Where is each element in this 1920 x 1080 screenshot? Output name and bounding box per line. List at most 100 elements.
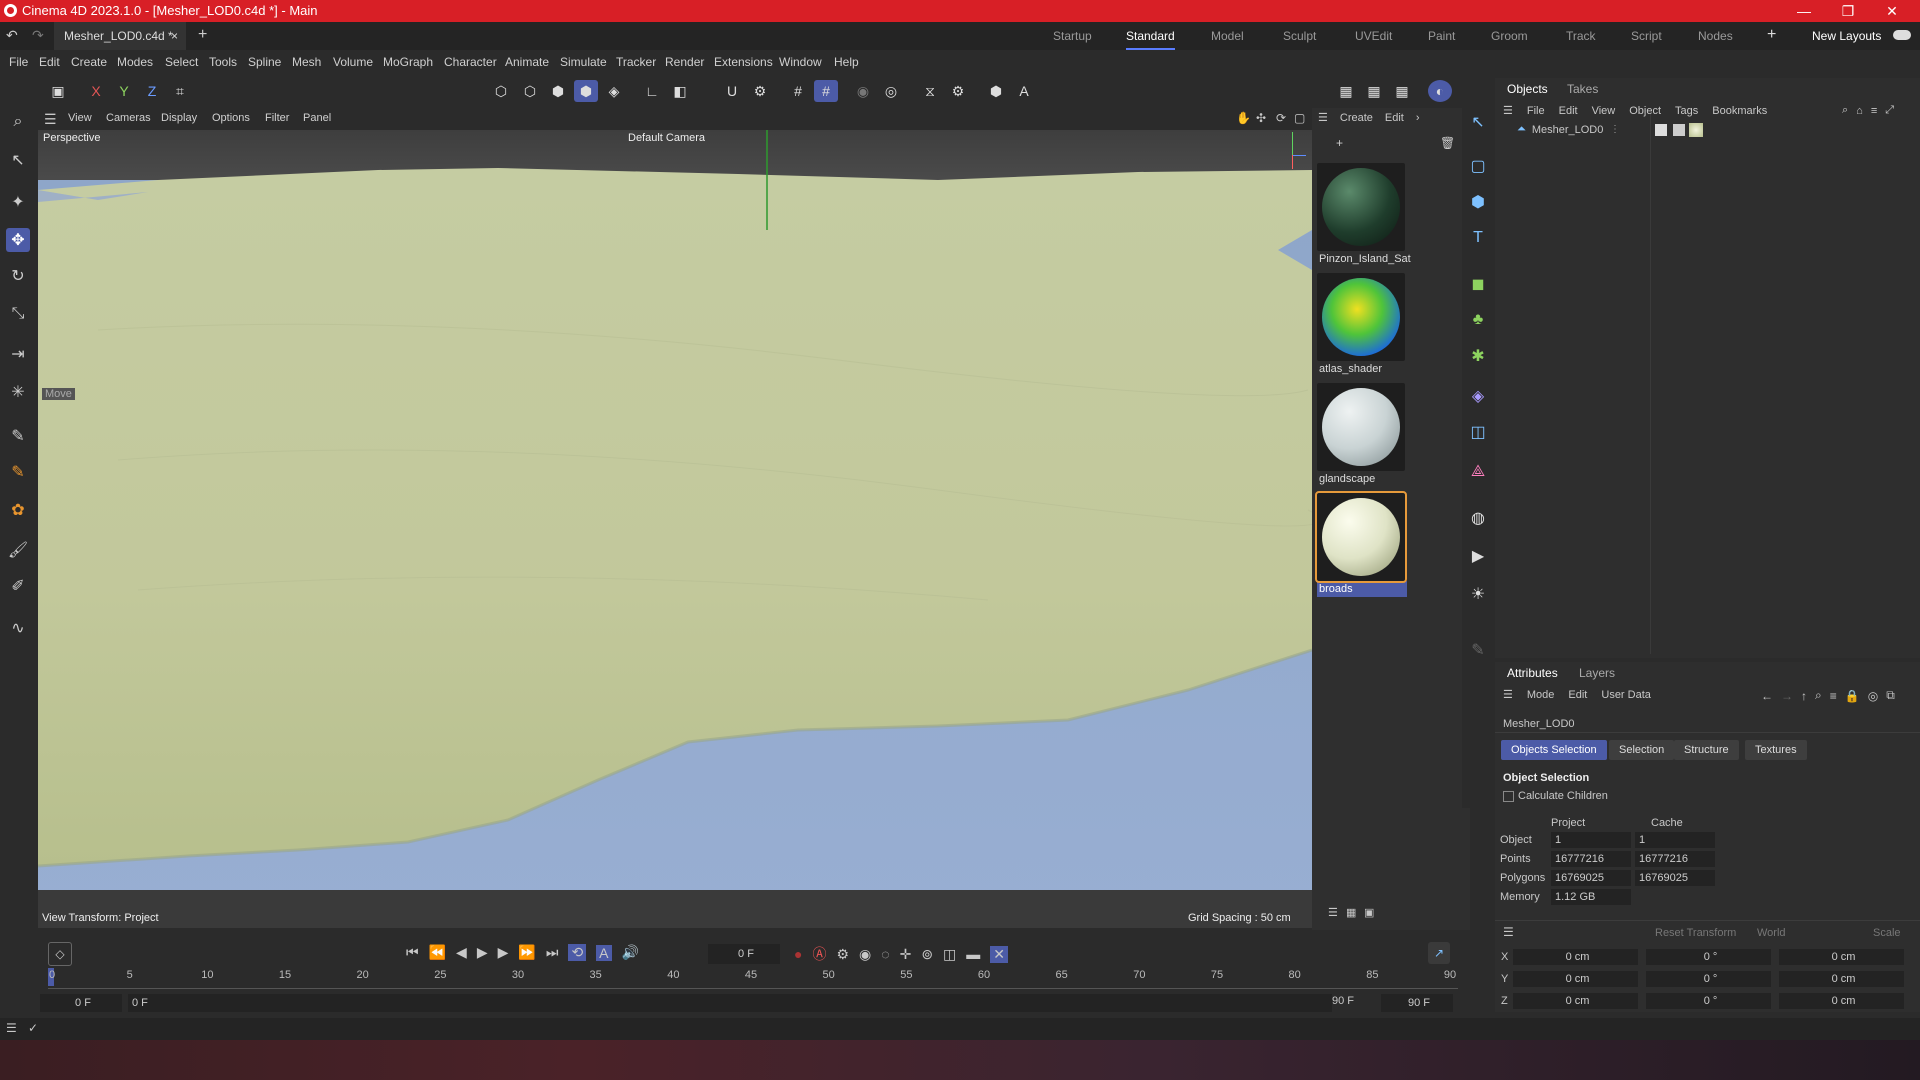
filter-icon[interactable]: ≡ — [1830, 689, 1837, 703]
calculate-children-checkbox[interactable] — [1503, 790, 1514, 802]
position-x-field[interactable]: 0 cm — [1513, 949, 1638, 965]
timeline-graph-icon[interactable]: ↗ — [1428, 942, 1450, 964]
attr-menu-edit[interactable]: Edit — [1568, 689, 1587, 701]
effector-icon[interactable]: ✱ — [1466, 344, 1490, 368]
go-to-start-icon[interactable]: ⏮ — [406, 944, 419, 961]
material-item[interactable]: glandscape — [1317, 383, 1407, 487]
spline-pen-icon[interactable]: ✎ — [6, 424, 30, 448]
snap-magnet-icon[interactable]: U — [720, 80, 744, 102]
environment-icon[interactable]: ◍ — [1466, 506, 1490, 530]
uvw-tag-icon[interactable] — [1673, 124, 1685, 136]
light-icon[interactable]: ☀ — [1466, 582, 1490, 606]
redshift-icon[interactable]: ◐ — [1428, 80, 1452, 102]
key-param-icon[interactable]: ⊚ — [921, 946, 933, 963]
layout-tab-sculpt[interactable]: Sculpt — [1283, 22, 1316, 50]
menu-tracker[interactable]: Tracker — [616, 55, 656, 69]
edges-mode-icon[interactable]: ⬡ — [518, 80, 542, 102]
menu-window[interactable]: Window — [779, 55, 822, 69]
menu-render[interactable]: Render — [665, 55, 704, 69]
hamburger-icon[interactable]: ☰ — [1503, 104, 1513, 117]
new-layouts-button[interactable]: New Layouts — [1812, 22, 1881, 50]
add-layout-icon[interactable]: + — [1767, 26, 1776, 44]
key-scale-icon[interactable]: ✛ — [900, 946, 912, 963]
material-menu-edit[interactable]: Edit — [1385, 112, 1404, 124]
object-tree-row[interactable]: ⏶ Mesher_LOD0 — [1517, 123, 1603, 136]
rotation-z-field[interactable]: 0 ° — [1646, 993, 1771, 1009]
up-arrow-icon[interactable]: ↑ — [1801, 689, 1807, 703]
symmetry-icon[interactable]: ⧖ — [918, 80, 942, 102]
add-material-icon[interactable]: + — [1336, 136, 1343, 150]
hamburger-icon[interactable]: ☰ — [44, 111, 57, 128]
menu-edit[interactable]: Edit — [39, 55, 60, 69]
move-tool-icon[interactable]: ✥ — [6, 228, 30, 252]
trash-icon[interactable]: 🗑 — [1440, 136, 1455, 150]
cube-icon[interactable]: ⬢ — [1466, 190, 1490, 214]
symmetry-settings-icon[interactable]: ⚙ — [946, 80, 970, 102]
x-axis-lock-icon[interactable]: X — [84, 80, 108, 102]
tweak-mode-icon[interactable]: ◧ — [668, 80, 692, 102]
objects-menu-bookmarks[interactable]: Bookmarks — [1712, 105, 1767, 117]
grid-snap-icon[interactable]: # — [786, 80, 810, 102]
key-position-icon[interactable]: ◉ — [859, 946, 871, 963]
minimize-icon[interactable]: — — [1782, 0, 1826, 22]
dolly-icon[interactable]: ✣ — [1256, 111, 1266, 125]
layout-tab-paint[interactable]: Paint — [1428, 22, 1455, 50]
viewport-menu-panel[interactable]: Panel — [303, 112, 331, 124]
key-layer-icon[interactable]: ▬ — [966, 946, 980, 962]
layout-tab-track[interactable]: Track — [1566, 22, 1596, 50]
render-picture-icon[interactable]: ▦ — [1362, 80, 1386, 102]
size-y-field[interactable]: 0 cm — [1779, 971, 1904, 987]
hexagon-tool-icon[interactable]: ⬢ — [984, 80, 1008, 102]
rotation-y-field[interactable]: 0 ° — [1646, 971, 1771, 987]
objects-menu-object[interactable]: Object — [1629, 105, 1661, 117]
previous-key-icon[interactable]: ⏪ — [429, 944, 446, 961]
layout-tab-script[interactable]: Script — [1631, 22, 1662, 50]
new-window-icon[interactable]: ⧉ — [1886, 688, 1895, 703]
layout-tab-startup[interactable]: Startup — [1053, 22, 1092, 50]
model-mode-icon[interactable]: ⬢ — [574, 80, 598, 102]
tab-takes[interactable]: Takes — [1567, 82, 1598, 96]
menu-mesh[interactable]: Mesh — [292, 55, 321, 69]
menu-simulate[interactable]: Simulate — [560, 55, 607, 69]
expand-icon[interactable]: ⤢ — [1885, 104, 1894, 117]
objects-menu-tags[interactable]: Tags — [1675, 105, 1698, 117]
live-selection-icon[interactable]: ✦ — [6, 190, 30, 214]
scene-node-icon[interactable]: ⟁ — [1466, 460, 1490, 484]
rotation-x-field[interactable]: 0 ° — [1646, 949, 1771, 965]
y-axis-lock-icon[interactable]: Y — [112, 80, 136, 102]
tab-objects[interactable]: Objects — [1507, 82, 1548, 96]
hamburger-icon[interactable]: ☰ — [1503, 925, 1514, 939]
magnifier-icon[interactable]: ⌕ — [6, 110, 30, 134]
maximize-view-icon[interactable]: ▢ — [1294, 111, 1305, 125]
spline-smooth-icon[interactable]: ∿ — [6, 616, 30, 640]
reset-transform-button[interactable]: Reset Transform — [1655, 927, 1736, 939]
key-rotation-icon[interactable]: ◌ — [881, 946, 889, 962]
search-icon[interactable]: ⌕ — [1815, 688, 1822, 703]
undo-icon[interactable]: ↶ — [6, 27, 18, 44]
keyframe-settings-icon[interactable]: ⚙ — [836, 946, 849, 963]
calculate-children-row[interactable]: Calculate Children — [1503, 790, 1608, 802]
next-key-icon[interactable]: ⏩ — [518, 944, 535, 961]
select-tool-icon[interactable]: ↖ — [6, 148, 30, 172]
size-x-field[interactable]: 0 cm — [1779, 949, 1904, 965]
axis-mode-icon[interactable]: ∟ — [640, 80, 664, 102]
menu-mograph[interactable]: MoGraph — [383, 55, 433, 69]
hamburger-icon[interactable]: ☰ — [1318, 111, 1328, 124]
menu-modes[interactable]: Modes — [117, 55, 153, 69]
menu-file[interactable]: File — [9, 55, 28, 69]
home-icon[interactable]: ⌂ — [1856, 105, 1863, 117]
layout-tab-model[interactable]: Model — [1211, 22, 1244, 50]
objects-menu-file[interactable]: File — [1527, 105, 1545, 117]
menu-animate[interactable]: Animate — [505, 55, 549, 69]
scale-dropdown[interactable]: Scale — [1873, 927, 1901, 939]
play-icon[interactable]: ▶ — [477, 944, 488, 961]
position-z-field[interactable]: 0 cm — [1513, 993, 1638, 1009]
search-icon[interactable]: ⌕ — [1842, 104, 1848, 117]
material-item[interactable]: Pinzon_Island_Sat — [1317, 163, 1411, 267]
keyframe-icon[interactable]: ◇ — [48, 942, 72, 966]
viewport-menu-display[interactable]: Display — [161, 112, 197, 124]
menu-help[interactable]: Help — [834, 55, 859, 69]
render-settings-icon[interactable]: ◎ — [879, 80, 903, 102]
world-dropdown[interactable]: World — [1757, 927, 1786, 939]
loop-icon[interactable]: ⟲ — [568, 944, 587, 961]
